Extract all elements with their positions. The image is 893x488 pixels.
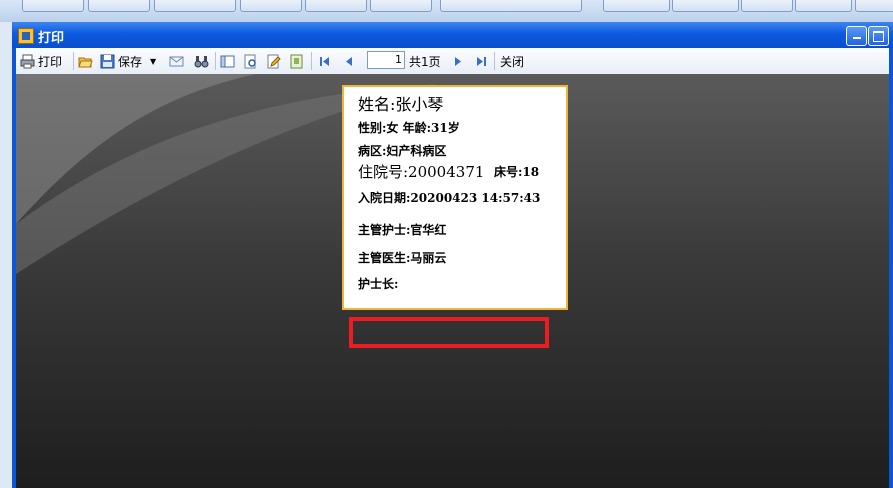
page-zoom-icon	[243, 54, 258, 69]
first-page-icon	[317, 54, 332, 69]
highlight-box	[349, 317, 549, 348]
window-titlebar: 打印	[12, 22, 893, 48]
page-frame-icon	[289, 54, 304, 69]
maximize-icon	[873, 31, 884, 42]
folder-open-icon	[78, 54, 93, 69]
background-button	[855, 0, 893, 12]
window-title: 打印	[38, 31, 65, 46]
background-button	[795, 0, 852, 12]
patient-name: 姓名:张小琴	[358, 95, 444, 114]
report-preview-area[interactable]: 姓名:张小琴 性别:女 年龄:31岁 病区:妇产科病区 住院号:20004371…	[16, 74, 889, 488]
zoom-button[interactable]	[243, 52, 261, 70]
print-window: 打印 打印 保存 ▼ 1 共1页 关闭 姓名:张小琴 性别:女 年龄:31岁 病…	[12, 22, 893, 488]
page-setup-button[interactable]	[220, 52, 238, 70]
email-button[interactable]	[169, 52, 187, 70]
last-page-button[interactable]	[474, 52, 492, 70]
page-total-text: 共1页	[409, 54, 441, 69]
layout-icon	[220, 54, 235, 69]
binoculars-icon	[194, 54, 209, 69]
previous-page-button[interactable]	[342, 52, 360, 70]
toolbar-separator	[73, 52, 74, 70]
page-number-input[interactable]: 1	[367, 51, 405, 69]
toolbar-separator	[494, 52, 495, 70]
patient-gender-age: 性别:女 年龄:31岁	[358, 121, 460, 135]
bed-number: 床号:18	[494, 165, 540, 179]
background-button	[672, 0, 739, 12]
patient-ward: 病区:妇产科病区	[358, 144, 447, 158]
charge-nurse: 主管护士:官华红	[358, 223, 447, 237]
first-page-button[interactable]	[317, 52, 335, 70]
background-button	[22, 0, 84, 12]
minimize-button[interactable]	[846, 26, 867, 46]
dropdown-arrow-icon: ▼	[150, 56, 157, 66]
previous-page-icon	[342, 54, 357, 69]
toolbar-separator	[215, 52, 216, 70]
background-button	[305, 0, 367, 12]
next-page-icon	[450, 54, 465, 69]
find-button[interactable]	[194, 52, 212, 70]
admission-date: 入院日期:20200423 14:57:43	[358, 191, 541, 205]
envelope-icon	[169, 54, 184, 69]
printer-icon	[20, 54, 35, 69]
close-button[interactable]: 关闭	[500, 52, 524, 70]
minimize-icon	[852, 37, 861, 39]
admission-number: 住院号:20004371	[358, 163, 485, 181]
floppy-disk-icon	[100, 54, 115, 69]
background-button	[240, 0, 302, 12]
page-total-label: 共1页	[409, 52, 441, 70]
background-button	[741, 0, 793, 12]
head-nurse: 护士长:	[358, 277, 399, 291]
save-label: 保存	[118, 54, 143, 69]
background-button	[370, 0, 432, 12]
last-page-icon	[474, 54, 489, 69]
report-page: 姓名:张小琴 性别:女 年龄:31岁 病区:妇产科病区 住院号:20004371…	[342, 85, 568, 310]
background-button	[440, 0, 582, 12]
background-button	[88, 0, 150, 12]
background-button	[154, 0, 236, 12]
report-toolbar: 打印 保存 ▼ 1 共1页 关闭	[16, 48, 889, 75]
app-icon	[18, 28, 34, 44]
save-button[interactable]: 保存 ▼	[100, 52, 156, 70]
print-label: 打印	[38, 54, 63, 69]
print-button[interactable]: 打印	[20, 52, 62, 70]
background-app-toolbar	[0, 0, 893, 23]
toolbar-separator	[311, 52, 312, 70]
pencil-icon	[266, 54, 281, 69]
maximize-button[interactable]	[868, 26, 889, 46]
watermark-button[interactable]	[289, 52, 307, 70]
close-label: 关闭	[500, 54, 525, 69]
edit-button[interactable]	[266, 52, 284, 70]
open-button[interactable]	[78, 52, 96, 70]
next-page-button[interactable]	[450, 52, 468, 70]
attending-doctor: 主管医生:马丽云	[358, 251, 447, 265]
background-button	[603, 0, 670, 12]
